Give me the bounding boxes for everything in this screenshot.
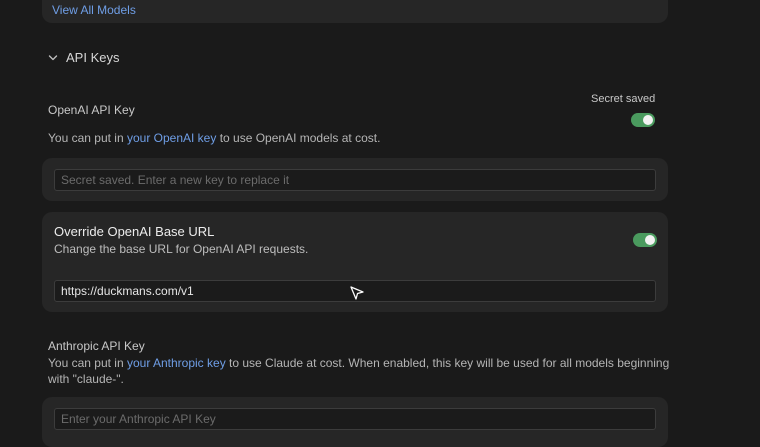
anthropic-key-description: You can put in your Anthropic key to use… — [48, 355, 688, 387]
view-all-models-link[interactable]: View All Models — [52, 3, 136, 17]
openai-api-key-input[interactable] — [54, 169, 656, 191]
openai-key-toggle[interactable] — [631, 113, 655, 127]
anthropic-api-key-input[interactable] — [54, 408, 656, 430]
override-base-url-title: Override OpenAI Base URL — [54, 224, 215, 239]
secret-saved-status: Secret saved — [591, 93, 656, 105]
anthropic-key-link[interactable]: your Anthropic key — [127, 356, 226, 370]
models-card — [42, 0, 668, 23]
override-base-url-description: Change the base URL for OpenAI API reque… — [54, 242, 309, 256]
chevron-down-icon — [48, 54, 58, 60]
anthropic-api-key-label: Anthropic API Key — [48, 339, 145, 353]
openai-key-description: You can put in your OpenAI key to use Op… — [48, 130, 380, 146]
section-title: API Keys — [66, 50, 120, 65]
override-base-url-toggle[interactable] — [633, 233, 657, 247]
openai-desc-prefix: You can put in — [48, 131, 127, 145]
toggle-knob — [645, 235, 655, 245]
openai-key-link[interactable]: your OpenAI key — [127, 131, 216, 145]
toggle-knob — [643, 115, 653, 125]
anthropic-desc-line2: with "claude-". — [48, 372, 124, 386]
openai-desc-suffix: to use OpenAI models at cost. — [216, 131, 381, 145]
anthropic-desc-prefix: You can put in — [48, 356, 127, 370]
anthropic-desc-suffix: to use Claude at cost. When enabled, thi… — [225, 356, 670, 370]
api-keys-section-header[interactable]: API Keys — [48, 50, 119, 65]
mouse-cursor-icon — [350, 286, 364, 300]
openai-api-key-label: OpenAI API Key — [48, 103, 135, 117]
